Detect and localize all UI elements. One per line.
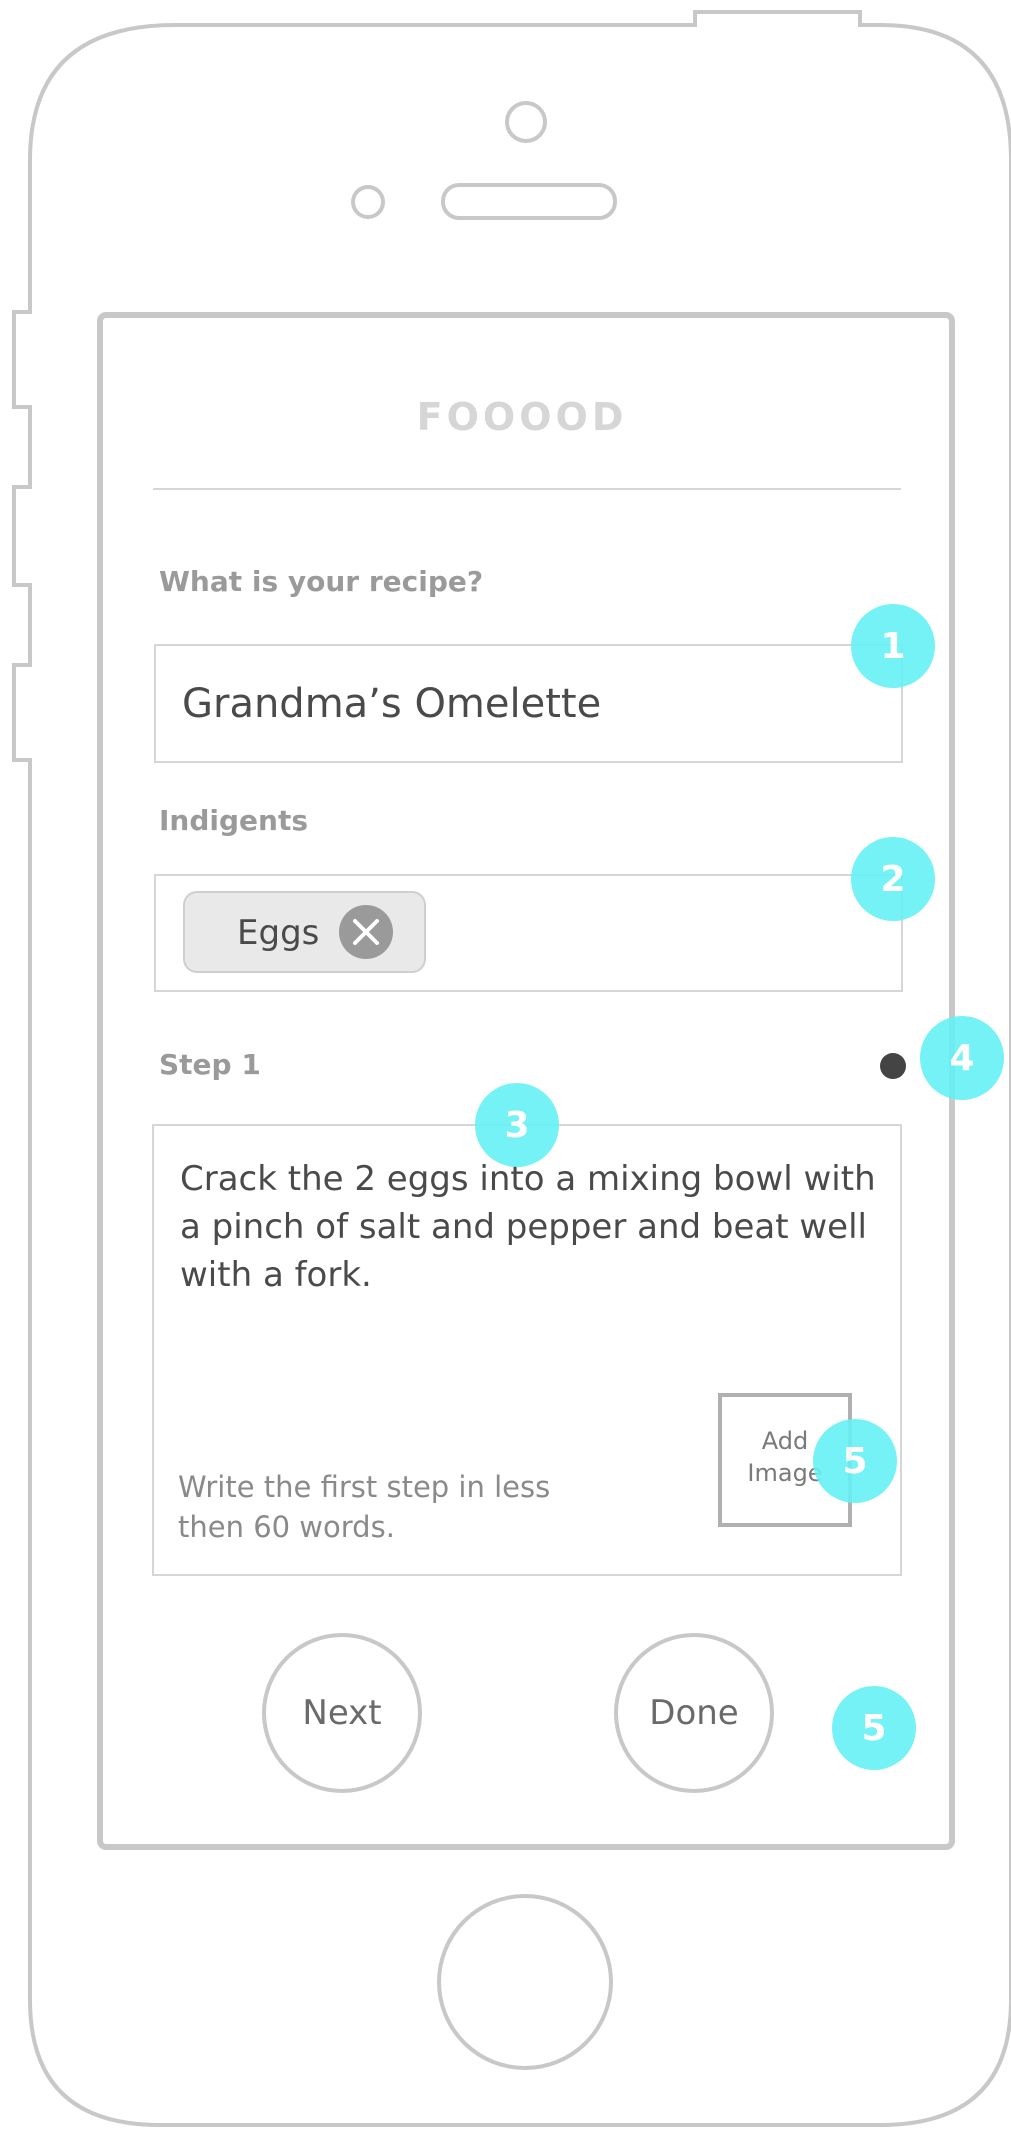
home-button[interactable] bbox=[437, 1894, 613, 2070]
annotation-marker-2: 2 bbox=[851, 837, 935, 921]
remove-tag-icon[interactable] bbox=[339, 905, 393, 959]
ingredients-label: Indigents bbox=[159, 804, 309, 837]
annotation-marker-3: 3 bbox=[475, 1083, 559, 1167]
front-camera-icon bbox=[505, 101, 547, 143]
step-hint: Write the first step in less then 60 wor… bbox=[178, 1470, 551, 1544]
recipe-label: What is your recipe? bbox=[159, 565, 484, 598]
ingredient-tag: Eggs bbox=[183, 891, 426, 973]
annotation-marker-1: 1 bbox=[851, 604, 935, 688]
annotation-marker-5a: 5 bbox=[813, 1419, 897, 1503]
step-indicator-dot[interactable] bbox=[880, 1053, 906, 1079]
sensor-icon bbox=[351, 185, 385, 219]
annotation-marker-4: 4 bbox=[920, 1016, 1004, 1100]
phone-frame bbox=[12, 10, 1011, 2127]
ingredient-tag-label: Eggs bbox=[237, 913, 320, 953]
step-label: Step 1 bbox=[159, 1048, 261, 1081]
header-divider bbox=[153, 488, 901, 490]
screen-border bbox=[97, 312, 955, 1850]
done-button[interactable]: Done bbox=[614, 1633, 774, 1793]
app-title: FOOOOD bbox=[416, 395, 628, 439]
annotation-marker-5b: 5 bbox=[832, 1686, 916, 1770]
next-button[interactable]: Next bbox=[262, 1633, 422, 1793]
close-icon bbox=[353, 919, 379, 945]
recipe-name-input[interactable] bbox=[154, 644, 903, 763]
speaker-grille bbox=[441, 183, 617, 220]
step-text: Crack the 2 eggs into a mixing bowl with… bbox=[180, 1159, 876, 1295]
